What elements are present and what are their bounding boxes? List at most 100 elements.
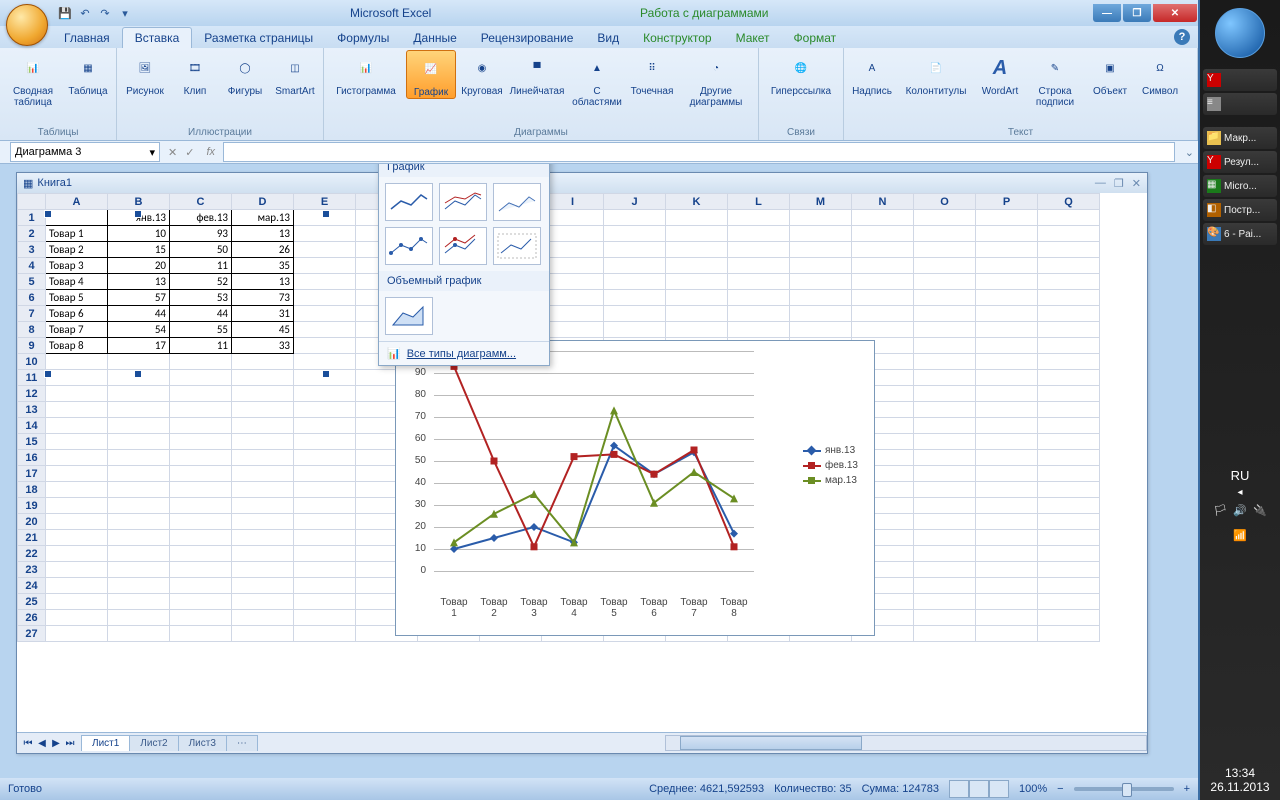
- tab-review[interactable]: Рецензирование: [469, 28, 586, 48]
- taskbar-item[interactable]: Y: [1203, 69, 1277, 91]
- tab-page-layout[interactable]: Разметка страницы: [192, 28, 325, 48]
- tab-chart-layout[interactable]: Макет: [724, 28, 782, 48]
- workbook-titlebar: ▦ Книга1 — ❐ ✕: [17, 173, 1147, 193]
- taskbar-item[interactable]: ◧Постр...: [1203, 199, 1277, 221]
- sheet-tab-1[interactable]: Лист1: [81, 735, 130, 751]
- selection-handle[interactable]: [44, 370, 52, 378]
- table-button[interactable]: ▦Таблица: [64, 50, 112, 97]
- expand-formula-icon[interactable]: ⌄: [1185, 146, 1194, 159]
- cancel-icon[interactable]: ✕: [168, 146, 177, 159]
- tab-view[interactable]: Вид: [585, 28, 631, 48]
- line-chart-3d[interactable]: [385, 297, 433, 335]
- selection-handle[interactable]: [322, 210, 330, 218]
- fx-icon[interactable]: fx: [206, 146, 215, 158]
- minimize-button[interactable]: —: [1093, 4, 1121, 22]
- taskbar-item[interactable]: YРезул...: [1203, 151, 1277, 173]
- zoom-in-button[interactable]: +: [1184, 783, 1190, 795]
- chart-object[interactable]: 0102030405060708090100Товар1Товар2Товар3…: [395, 340, 875, 636]
- excel-window: 💾 ↶ ↷ ▾ Microsoft Excel Работа с диаграм…: [0, 0, 1198, 800]
- language-indicator[interactable]: RU: [1231, 464, 1250, 487]
- all-chart-types-button[interactable]: 📊 Все типы диаграмм...: [379, 341, 549, 365]
- clock[interactable]: 13:34 26.11.2013: [1210, 766, 1269, 800]
- worksheet[interactable]: ABCDEFGHIJKLMNOPQ1янв.13фев.13мар.132Тов…: [17, 193, 1147, 732]
- object-button[interactable]: ▣Объект: [1086, 50, 1134, 97]
- symbol-button[interactable]: ΩСимвол: [1136, 50, 1184, 97]
- taskbar-item[interactable]: 📁Макр...: [1203, 127, 1277, 149]
- tab-chart-design[interactable]: Конструктор: [631, 28, 723, 48]
- tab-chart-format[interactable]: Формат: [782, 28, 849, 48]
- chart-legend[interactable]: янв.13фев.13мар.13: [803, 441, 858, 490]
- line-chart-type-6[interactable]: [493, 227, 541, 265]
- formula-bar: Диаграмма 3▾ ✕ ✓ fx ⌄: [0, 141, 1198, 164]
- selection-handle[interactable]: [134, 210, 142, 218]
- pie-chart-button[interactable]: ◉Круговая: [458, 50, 506, 97]
- wb-minimize-button[interactable]: —: [1095, 177, 1106, 190]
- wb-maximize-button[interactable]: ❐: [1114, 177, 1124, 190]
- status-average: Среднее: 4621,592593: [649, 783, 764, 795]
- bar-chart-button[interactable]: ▀Линейчатая: [508, 50, 566, 97]
- tab-home[interactable]: Главная: [52, 28, 122, 48]
- gallery-section-3d: Объемный график: [379, 271, 549, 291]
- tab-formulas[interactable]: Формулы: [325, 28, 401, 48]
- wb-close-button[interactable]: ✕: [1132, 177, 1141, 190]
- close-button[interactable]: ✕: [1153, 4, 1197, 22]
- signature-button[interactable]: ✎Строка подписи: [1026, 50, 1084, 108]
- start-button[interactable]: [1215, 8, 1265, 58]
- save-icon[interactable]: 💾: [56, 4, 74, 22]
- picture-button[interactable]: 🖼Рисунок: [121, 50, 169, 97]
- smartart-button[interactable]: ◫SmartArt: [271, 50, 319, 97]
- horizontal-scrollbar[interactable]: [665, 735, 1147, 751]
- line-chart-button[interactable]: 📈График: [406, 50, 456, 99]
- new-sheet-button[interactable]: ⋯: [226, 735, 258, 751]
- zoom-out-button[interactable]: −: [1057, 783, 1063, 795]
- column-chart-button[interactable]: 📊Гистограмма: [328, 50, 404, 97]
- name-box[interactable]: Диаграмма 3▾: [10, 142, 160, 162]
- area-chart-button[interactable]: ▲С областями: [568, 50, 626, 108]
- next-sheet-icon[interactable]: ▶: [49, 738, 63, 749]
- line-chart-type-2[interactable]: [439, 183, 487, 221]
- textbox-button[interactable]: AНадпись: [848, 50, 896, 97]
- tab-data[interactable]: Данные: [401, 28, 468, 48]
- qat-dropdown-icon[interactable]: ▾: [116, 4, 134, 22]
- office-button[interactable]: [6, 4, 48, 46]
- undo-icon[interactable]: ↶: [76, 4, 94, 22]
- selection-handle[interactable]: [44, 210, 52, 218]
- first-sheet-icon[interactable]: ⏮: [21, 738, 35, 749]
- network-icon[interactable]: 📶: [1233, 529, 1247, 542]
- hyperlink-button[interactable]: 🌐Гиперссылка: [763, 50, 839, 97]
- other-charts-button[interactable]: ◔Другие диаграммы: [678, 50, 754, 108]
- redo-icon[interactable]: ↷: [96, 4, 114, 22]
- shapes-button[interactable]: ◯Фигуры: [221, 50, 269, 97]
- enter-icon[interactable]: ✓: [185, 146, 194, 159]
- prev-sheet-icon[interactable]: ◀: [35, 738, 49, 749]
- sheet-tab-2[interactable]: Лист2: [129, 735, 178, 751]
- help-icon[interactable]: ?: [1174, 29, 1190, 45]
- scatter-chart-button[interactable]: ⠿Точечная: [628, 50, 676, 97]
- chart-plot-area[interactable]: 0102030405060708090100Товар1Товар2Товар3…: [434, 351, 754, 579]
- taskbar-item[interactable]: 🎨6 - Pai...: [1203, 223, 1277, 245]
- header-footer-button[interactable]: 📄Колонтитулы: [898, 50, 974, 97]
- tab-insert[interactable]: Вставка: [122, 27, 193, 48]
- last-sheet-icon[interactable]: ⏭: [63, 738, 77, 749]
- clipart-button[interactable]: 🎞Клип: [171, 50, 219, 97]
- line-chart-type-4[interactable]: [385, 227, 433, 265]
- line-chart-type-1[interactable]: [385, 183, 433, 221]
- sheet-tab-3[interactable]: Лист3: [178, 735, 227, 751]
- maximize-button[interactable]: ❐: [1123, 4, 1151, 22]
- gallery-section-line: График: [379, 164, 549, 177]
- wordart-button[interactable]: AWordArt: [976, 50, 1024, 97]
- formula-input[interactable]: [223, 142, 1175, 162]
- view-buttons[interactable]: [949, 780, 1009, 798]
- selection-handle[interactable]: [134, 370, 142, 378]
- app-title: Microsoft Excel: [350, 6, 431, 20]
- pivot-table-button[interactable]: 📊Сводная таблица: [4, 50, 62, 108]
- workbook-area: ▦ Книга1 — ❐ ✕ ABCDEFGHIJKLMNOPQ1янв.13ф…: [0, 164, 1198, 778]
- selection-handle[interactable]: [322, 370, 330, 378]
- zoom-slider[interactable]: [1074, 787, 1174, 791]
- tray-icons[interactable]: 🏳🔊🔌: [1213, 504, 1266, 517]
- line-chart-type-5[interactable]: [439, 227, 487, 265]
- line-chart-type-3[interactable]: [493, 183, 541, 221]
- chevron-down-icon[interactable]: ▾: [149, 146, 155, 159]
- taskbar-item[interactable]: ≡: [1203, 93, 1277, 115]
- taskbar-item[interactable]: ▦Micro...: [1203, 175, 1277, 197]
